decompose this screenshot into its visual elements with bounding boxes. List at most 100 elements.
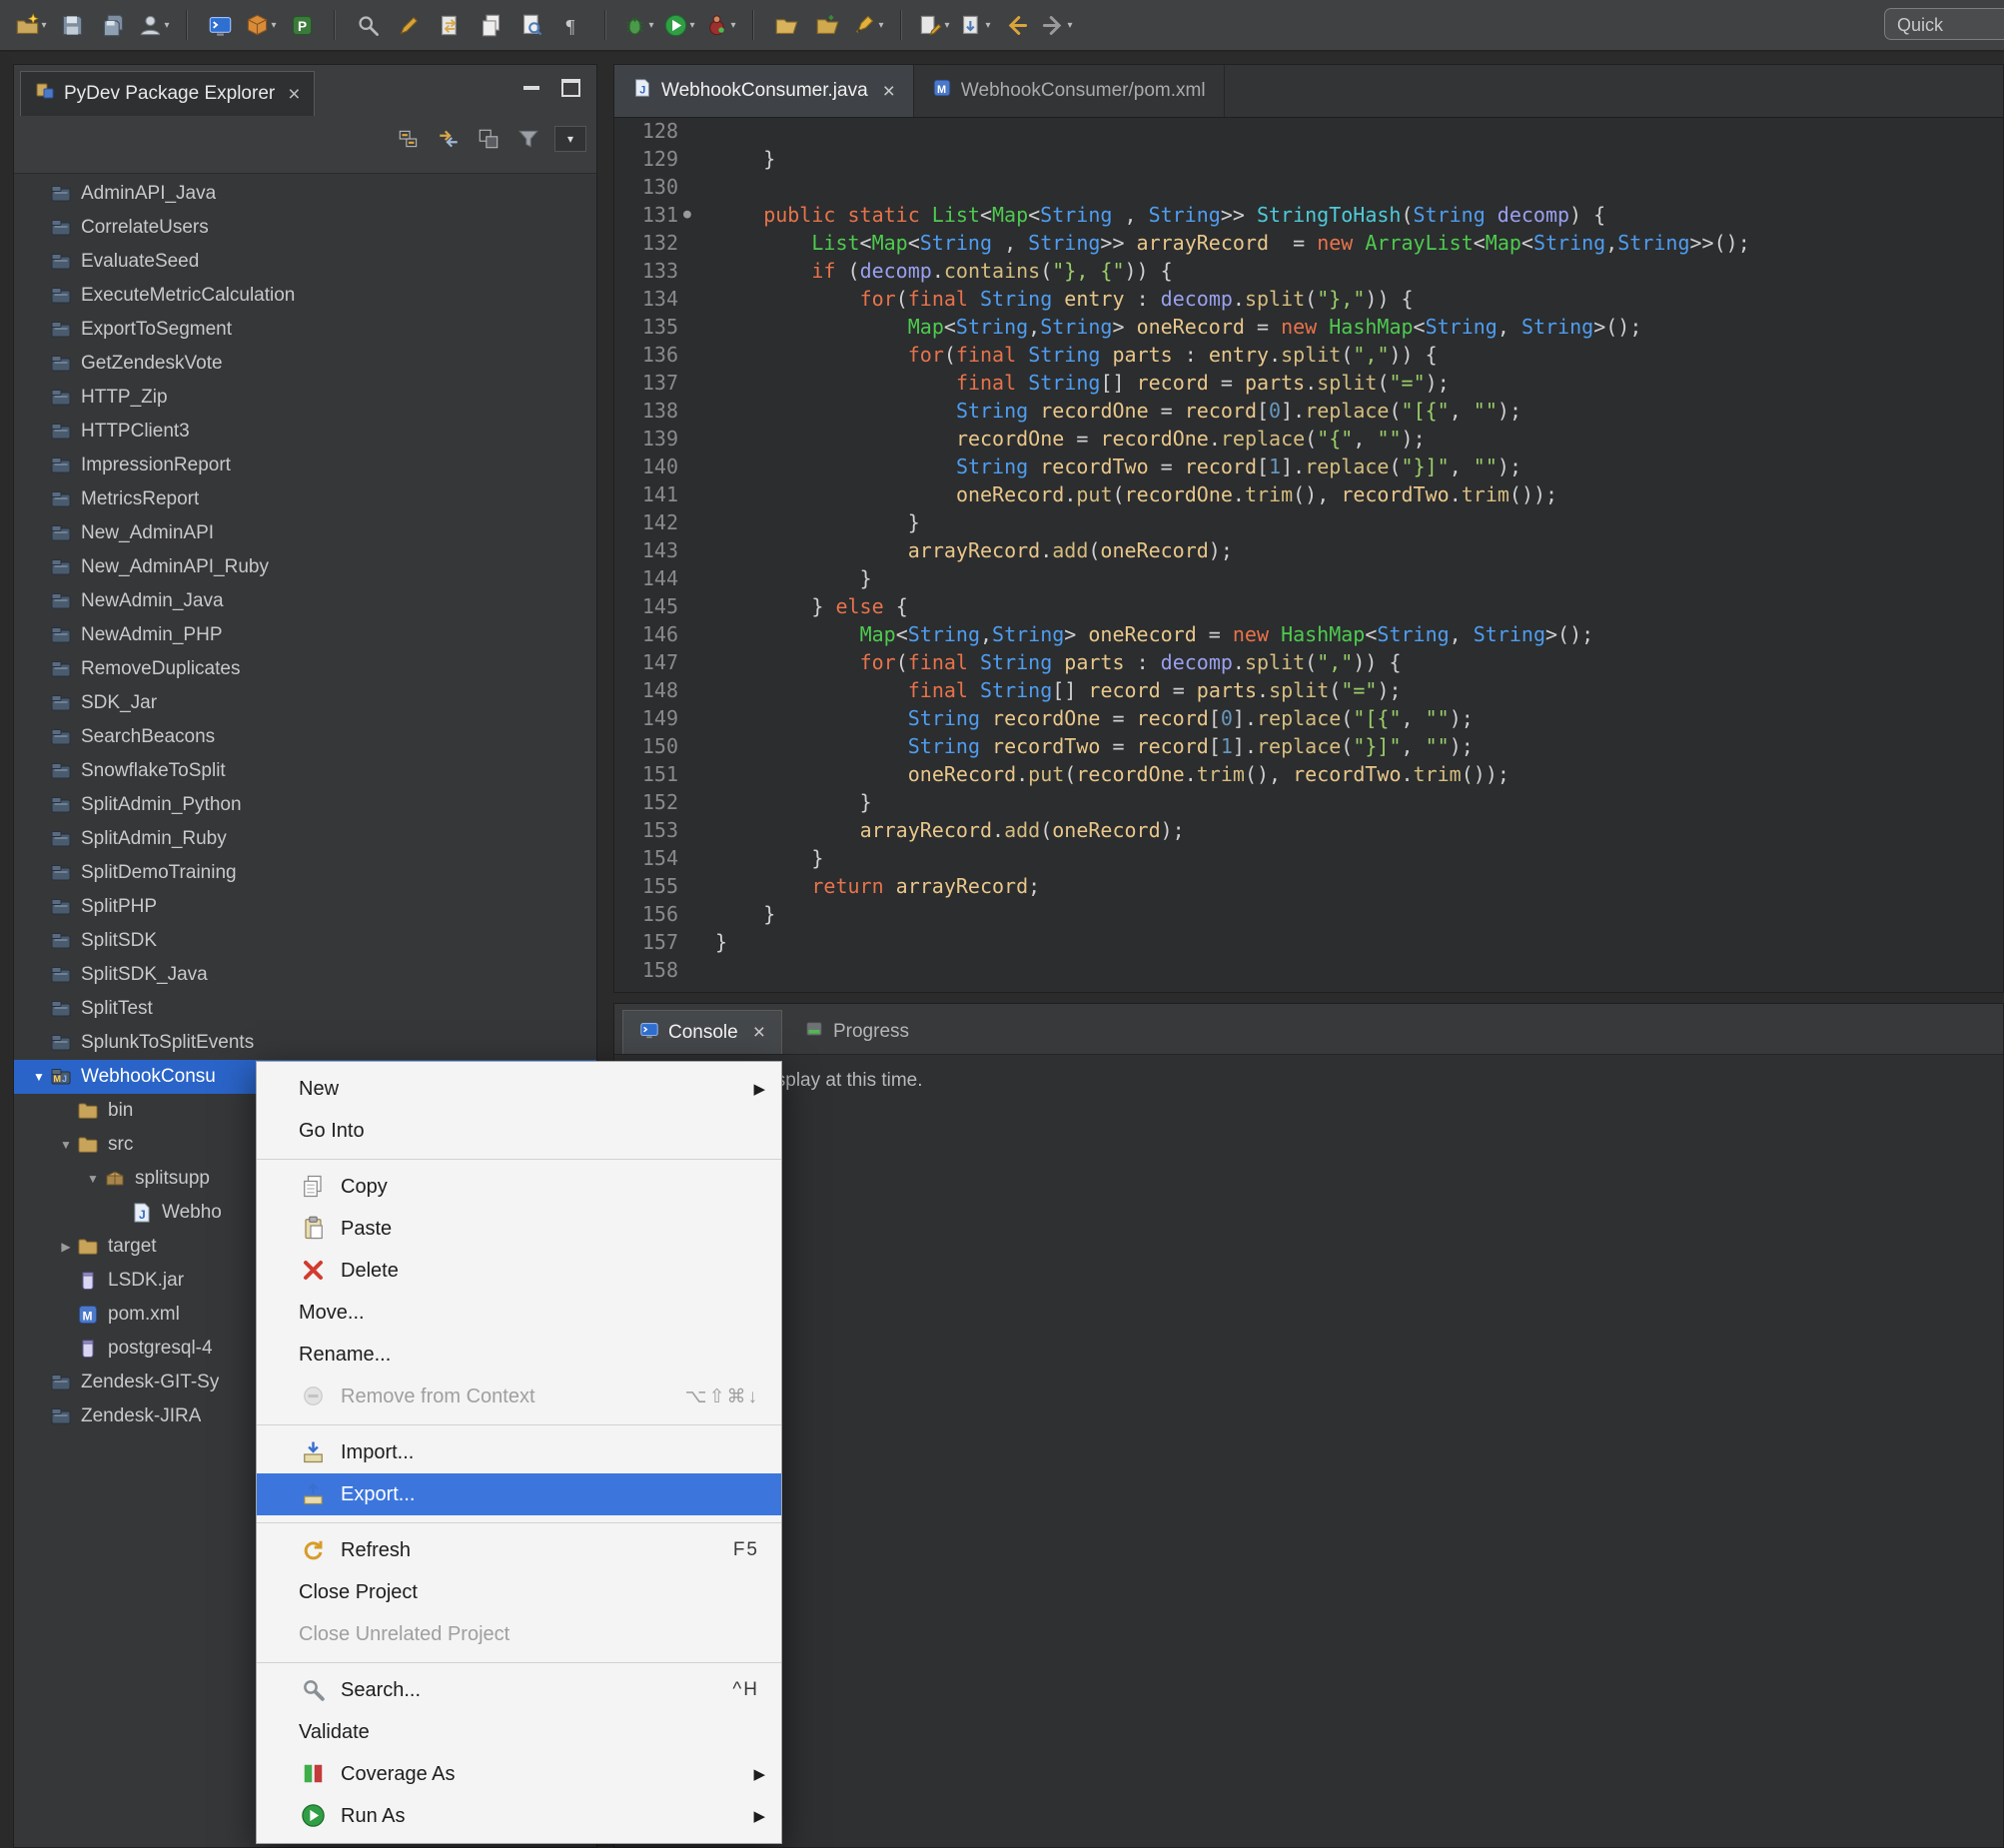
code-line-143[interactable]: 143 arrayRecord.add(oneRecord); xyxy=(614,536,2003,564)
code-line-142[interactable]: 142 } xyxy=(614,508,2003,536)
code-line-135[interactable]: 135 Map<String,String> oneRecord = new H… xyxy=(614,313,2003,341)
menu-item-refresh[interactable]: RefreshF5 xyxy=(257,1529,781,1571)
code-line-155[interactable]: 155 return arrayRecord; xyxy=(614,872,2003,900)
code-line-156[interactable]: 156 } xyxy=(614,900,2003,928)
tree-item-sdk-jar[interactable]: SDK_Jar xyxy=(14,686,596,720)
view-menu-icon[interactable]: ▾ xyxy=(554,126,586,152)
code-line-147[interactable]: 147 for(final String parts : decomp.spli… xyxy=(614,648,2003,676)
chevron-down-icon[interactable]: ▼ xyxy=(82,1172,104,1186)
preview-doc-icon[interactable] xyxy=(514,8,548,42)
code-line-131[interactable]: 131● public static List<Map<String , Str… xyxy=(614,201,2003,229)
tree-item-http-zip[interactable]: HTTP_Zip xyxy=(14,381,596,415)
next-annotation-icon[interactable]: ▾ xyxy=(958,8,992,42)
menu-item-move[interactable]: Move... xyxy=(257,1292,781,1334)
menu-item-new[interactable]: New▶ xyxy=(257,1068,781,1110)
minimize-icon[interactable] xyxy=(523,86,539,90)
back-icon[interactable] xyxy=(999,8,1033,42)
tree-item-splitphp[interactable]: SplitPHP xyxy=(14,890,596,924)
menu-item-import[interactable]: Import... xyxy=(257,1431,781,1473)
code-line-144[interactable]: 144 } xyxy=(614,564,2003,592)
tree-item-splitdemotraining[interactable]: SplitDemoTraining xyxy=(14,856,596,890)
code-line-128[interactable]: 128 xyxy=(614,117,2003,145)
close-icon[interactable]: × xyxy=(288,84,300,105)
filter-icon[interactable] xyxy=(514,125,542,153)
code-line-133[interactable]: 133 if (decomp.contains("}, {")) { xyxy=(614,257,2003,285)
synchronize-doc-icon[interactable] xyxy=(433,8,467,42)
tree-item-getzendeskvote[interactable]: GetZendeskVote xyxy=(14,347,596,381)
new-wizard-icon[interactable]: ▾ xyxy=(14,8,48,42)
user-profile-icon[interactable]: ▾ xyxy=(137,8,171,42)
code-line-150[interactable]: 150 String recordTwo = record[1].replace… xyxy=(614,732,2003,760)
collapse-all-icon[interactable] xyxy=(395,125,423,153)
forward-icon[interactable]: ▾ xyxy=(1040,8,1074,42)
code-line-129[interactable]: 129 } xyxy=(614,145,2003,173)
tree-item-splitsdk-java[interactable]: SplitSDK_Java xyxy=(14,958,596,992)
copy-doc-icon[interactable] xyxy=(474,8,507,42)
quick-access-field[interactable]: Quick xyxy=(1884,8,2004,40)
console-tab-console[interactable]: Console× xyxy=(622,1010,782,1054)
link-with-editor-icon[interactable] xyxy=(435,125,463,153)
last-edit-location-icon[interactable]: ▾ xyxy=(917,8,951,42)
focus-icon[interactable] xyxy=(475,125,502,153)
code-line-151[interactable]: 151 oneRecord.put(recordOne.trim(), reco… xyxy=(614,760,2003,788)
tree-item-correlateusers[interactable]: CorrelateUsers xyxy=(14,211,596,245)
menu-item-copy[interactable]: Copy xyxy=(257,1166,781,1208)
menu-item-rename[interactable]: Rename... xyxy=(257,1334,781,1376)
run-icon[interactable]: ▾ xyxy=(662,8,696,42)
code-line-137[interactable]: 137 final String[] record = parts.split(… xyxy=(614,369,2003,397)
code-line-141[interactable]: 141 oneRecord.put(recordOne.trim(), reco… xyxy=(614,480,2003,508)
open-resource-icon[interactable] xyxy=(769,8,803,42)
tree-item-newadmin-php[interactable]: NewAdmin_PHP xyxy=(14,618,596,652)
code-line-139[interactable]: 139 recordOne = recordOne.replace("{", "… xyxy=(614,425,2003,453)
code-line-149[interactable]: 149 String recordOne = record[0].replace… xyxy=(614,704,2003,732)
chevron-down-icon[interactable]: ▼ xyxy=(28,1070,50,1084)
code-line-146[interactable]: 146 Map<String,String> oneRecord = new H… xyxy=(614,620,2003,648)
menu-item-export[interactable]: Export... xyxy=(257,1473,781,1515)
code-line-153[interactable]: 153 arrayRecord.add(oneRecord); xyxy=(614,816,2003,844)
chevron-right-icon[interactable]: ▶ xyxy=(55,1240,77,1254)
code-line-132[interactable]: 132 List<Map<String , String>> arrayReco… xyxy=(614,229,2003,257)
menu-item-coverage-as[interactable]: Coverage As▶ xyxy=(257,1753,781,1795)
tree-item-httpclient3[interactable]: HTTPClient3 xyxy=(14,415,596,449)
code-line-152[interactable]: 152 } xyxy=(614,788,2003,816)
code-line-148[interactable]: 148 final String[] record = parts.split(… xyxy=(614,676,2003,704)
tree-item-new-adminapi[interactable]: New_AdminAPI xyxy=(14,516,596,550)
highlighter-icon[interactable]: ▾ xyxy=(851,8,885,42)
tree-item-adminapi-java[interactable]: AdminAPI_Java xyxy=(14,177,596,211)
tree-item-executemetriccalculation[interactable]: ExecuteMetricCalculation xyxy=(14,279,596,313)
open-console-icon[interactable] xyxy=(203,8,237,42)
close-icon[interactable]: × xyxy=(883,81,895,102)
console-tab-progress[interactable]: Progress xyxy=(788,1010,925,1054)
tree-item-new-adminapi-ruby[interactable]: New_AdminAPI_Ruby xyxy=(14,550,596,584)
code-line-157[interactable]: 157} xyxy=(614,928,2003,956)
new-pydev-module-icon[interactable]: P xyxy=(285,8,319,42)
external-tools-icon[interactable]: ▾ xyxy=(703,8,737,42)
menu-item-remove-from-context[interactable]: Remove from Context⌥⇧⌘↓ xyxy=(257,1376,781,1417)
menu-item-go-into[interactable]: Go Into xyxy=(257,1110,781,1152)
tree-item-searchbeacons[interactable]: SearchBeacons xyxy=(14,720,596,754)
code-line-134[interactable]: 134 for(final String entry : decomp.spli… xyxy=(614,285,2003,313)
new-java-package-icon[interactable]: ▾ xyxy=(244,8,278,42)
code-line-145[interactable]: 145 } else { xyxy=(614,592,2003,620)
menu-item-search[interactable]: Search...^H xyxy=(257,1669,781,1711)
tab-pydev-package-explorer[interactable]: PyDev Package Explorer × xyxy=(20,71,315,116)
menu-item-close-project[interactable]: Close Project xyxy=(257,1571,781,1613)
close-icon[interactable]: × xyxy=(753,1022,765,1043)
chevron-down-icon[interactable]: ▼ xyxy=(55,1138,77,1152)
maximize-icon[interactable] xyxy=(561,79,580,97)
tree-item-splittest[interactable]: SplitTest xyxy=(14,992,596,1026)
code-line-130[interactable]: 130 xyxy=(614,173,2003,201)
editor-tab-webhookconsumer-pom-xml[interactable]: MWebhookConsumer/pom.xml xyxy=(914,65,1225,117)
menu-item-run-as[interactable]: Run As▶ xyxy=(257,1795,781,1837)
debug-icon[interactable]: ▾ xyxy=(621,8,655,42)
code-line-154[interactable]: 154 } xyxy=(614,844,2003,872)
show-whitespace-icon[interactable]: ¶ xyxy=(555,8,589,42)
open-project-icon[interactable] xyxy=(810,8,844,42)
code-line-136[interactable]: 136 for(final String parts : entry.split… xyxy=(614,341,2003,369)
search-icon[interactable] xyxy=(351,8,385,42)
tree-item-exporttosegment[interactable]: ExportToSegment xyxy=(14,313,596,347)
code-line-158[interactable]: 158 xyxy=(614,956,2003,984)
menu-item-close-unrelated-project[interactable]: Close Unrelated Project xyxy=(257,1613,781,1655)
menu-item-paste[interactable]: Paste xyxy=(257,1208,781,1250)
tree-item-metricsreport[interactable]: MetricsReport xyxy=(14,482,596,516)
